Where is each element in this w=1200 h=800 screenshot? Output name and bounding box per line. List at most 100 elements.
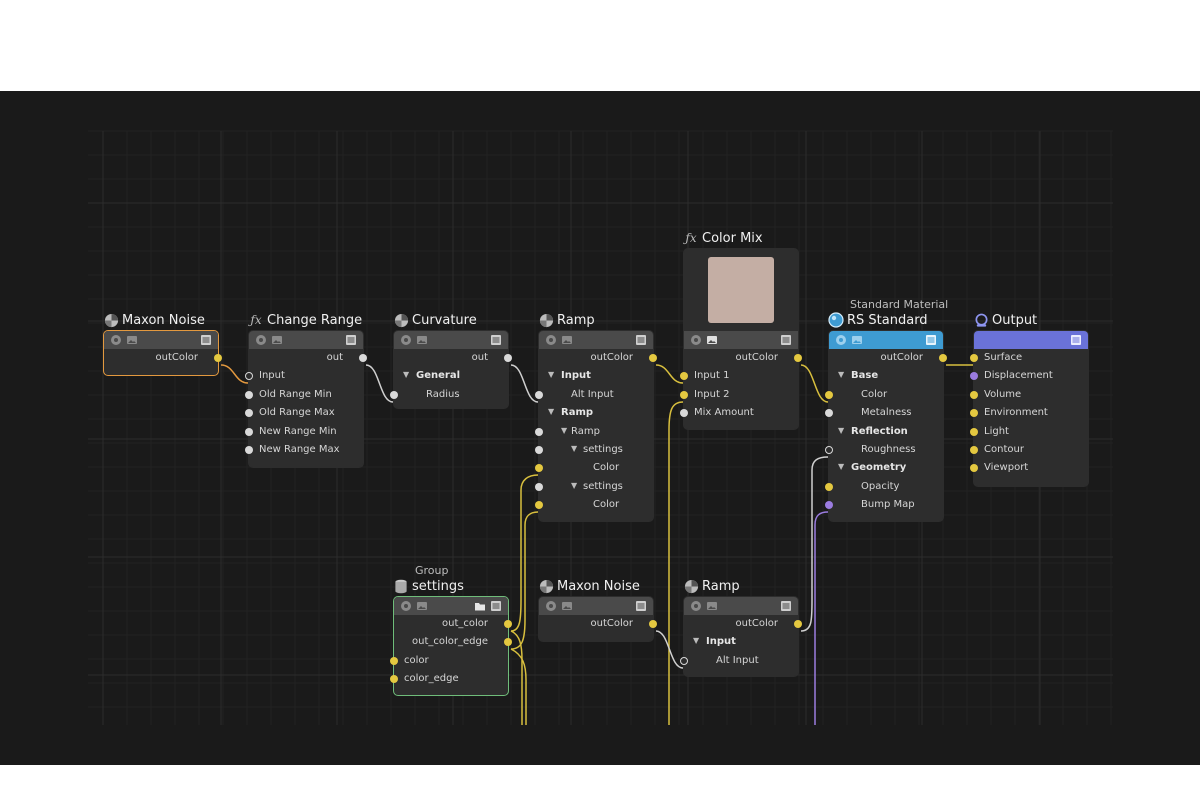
chevron-down-icon[interactable]: ▼ bbox=[693, 636, 699, 645]
output-port[interactable] bbox=[504, 354, 512, 362]
input-port[interactable] bbox=[970, 390, 978, 399]
input-port[interactable] bbox=[970, 409, 978, 418]
node-header[interactable] bbox=[394, 597, 508, 615]
menu-icon[interactable] bbox=[780, 600, 792, 612]
input-port[interactable] bbox=[535, 390, 543, 399]
node-header[interactable] bbox=[684, 597, 798, 615]
input-port[interactable] bbox=[970, 445, 978, 454]
group-row[interactable]: ▼ General bbox=[394, 367, 508, 385]
group-row[interactable]: ▼ Input bbox=[539, 367, 653, 385]
input-port[interactable] bbox=[535, 482, 543, 491]
group-row[interactable]: ▼ Input bbox=[684, 633, 798, 651]
settings-icon[interactable] bbox=[400, 334, 412, 346]
menu-icon[interactable] bbox=[925, 334, 937, 346]
input-port[interactable] bbox=[825, 501, 833, 510]
node-header[interactable] bbox=[249, 331, 363, 349]
input-port[interactable] bbox=[535, 427, 543, 436]
input-port[interactable] bbox=[680, 409, 688, 418]
node-rs-standard[interactable]: Standard Material RS Standard outColor ▼… bbox=[825, 298, 948, 522]
input-port[interactable] bbox=[970, 464, 978, 473]
node-curvature[interactable]: Curvature out ▼ General Radius bbox=[390, 313, 512, 410]
node-maxon-noise[interactable]: Maxon Noise outColor bbox=[103, 313, 222, 377]
menu-icon[interactable] bbox=[490, 600, 502, 612]
image-icon[interactable] bbox=[706, 334, 718, 346]
input-port[interactable] bbox=[680, 656, 688, 665]
chevron-down-icon[interactable]: ▼ bbox=[838, 370, 844, 379]
chevron-down-icon[interactable]: ▼ bbox=[548, 370, 554, 379]
input-port[interactable] bbox=[825, 390, 833, 399]
node-output[interactable]: Output Surface Displacement Volume Envir… bbox=[970, 313, 1089, 487]
image-icon[interactable] bbox=[271, 334, 283, 346]
input-port[interactable] bbox=[245, 409, 253, 418]
input-port[interactable] bbox=[535, 445, 543, 454]
settings-icon[interactable] bbox=[110, 334, 122, 346]
menu-icon[interactable] bbox=[635, 334, 647, 346]
chevron-down-icon[interactable]: ▼ bbox=[838, 462, 844, 471]
settings-icon[interactable] bbox=[545, 334, 557, 346]
output-port[interactable] bbox=[939, 354, 947, 362]
chevron-down-icon[interactable]: ▼ bbox=[403, 370, 409, 379]
node-header[interactable] bbox=[104, 331, 218, 349]
image-icon[interactable] bbox=[561, 334, 573, 346]
node-header[interactable] bbox=[684, 331, 798, 349]
image-icon[interactable] bbox=[561, 600, 573, 612]
menu-icon[interactable] bbox=[490, 334, 502, 346]
node-header[interactable] bbox=[829, 331, 943, 349]
settings-icon[interactable] bbox=[835, 334, 847, 346]
node-color-mix[interactable]: ƒx Color Mix outColor Input 1 Input 2 Mi… bbox=[680, 231, 802, 430]
settings-icon[interactable] bbox=[400, 600, 412, 612]
input-port[interactable] bbox=[680, 390, 688, 399]
settings-icon[interactable] bbox=[690, 334, 702, 346]
menu-icon[interactable] bbox=[200, 334, 212, 346]
node-header[interactable] bbox=[394, 331, 508, 349]
image-icon[interactable] bbox=[851, 334, 863, 346]
node-group-settings[interactable]: Group settings out_color out_color_edge … bbox=[390, 564, 512, 696]
node-ramp-2[interactable]: Ramp outColor ▼ Input Alt Input bbox=[680, 579, 802, 678]
image-icon[interactable] bbox=[706, 600, 718, 612]
input-port[interactable] bbox=[245, 390, 253, 399]
input-port[interactable] bbox=[825, 409, 833, 418]
folder-icon[interactable] bbox=[474, 600, 486, 612]
node-maxon-noise-2[interactable]: Maxon Noise outColor bbox=[538, 579, 657, 643]
chevron-down-icon[interactable]: ▼ bbox=[561, 426, 567, 435]
node-change-range[interactable]: ƒx Change Range out Input Old Range Min … bbox=[245, 313, 367, 469]
menu-icon[interactable] bbox=[345, 334, 357, 346]
output-port[interactable] bbox=[649, 620, 657, 628]
input-port[interactable] bbox=[245, 372, 253, 381]
chevron-down-icon[interactable]: ▼ bbox=[571, 444, 577, 453]
input-port[interactable] bbox=[390, 390, 398, 399]
group-row[interactable]: ▼ Ramp bbox=[539, 404, 653, 422]
output-port[interactable] bbox=[504, 620, 512, 628]
chevron-down-icon[interactable]: ▼ bbox=[571, 481, 577, 490]
settings-icon[interactable] bbox=[545, 600, 557, 612]
input-port[interactable] bbox=[970, 372, 978, 381]
input-port[interactable] bbox=[390, 675, 398, 684]
chevron-down-icon[interactable]: ▼ bbox=[838, 426, 844, 435]
menu-icon[interactable] bbox=[635, 600, 647, 612]
input-port[interactable] bbox=[680, 372, 688, 381]
image-icon[interactable] bbox=[416, 334, 428, 346]
group-row[interactable]: ▼ Reflection bbox=[829, 423, 943, 441]
input-port[interactable] bbox=[825, 482, 833, 491]
menu-icon[interactable] bbox=[1070, 334, 1082, 346]
menu-icon[interactable] bbox=[780, 334, 792, 346]
input-port[interactable] bbox=[825, 445, 833, 454]
node-editor-canvas[interactable]: Maxon Noise outColor ƒx Change Range out bbox=[0, 91, 1200, 765]
image-icon[interactable] bbox=[126, 334, 138, 346]
node-header[interactable] bbox=[539, 331, 653, 349]
output-port[interactable] bbox=[649, 354, 657, 362]
output-port[interactable] bbox=[214, 354, 222, 362]
output-port[interactable] bbox=[794, 620, 802, 628]
image-icon[interactable] bbox=[416, 600, 428, 612]
output-port[interactable] bbox=[794, 354, 802, 362]
node-header[interactable] bbox=[974, 331, 1088, 349]
input-port[interactable] bbox=[245, 445, 253, 454]
output-port[interactable] bbox=[359, 354, 367, 362]
group-row[interactable]: ▼ Base bbox=[829, 367, 943, 385]
group-row[interactable]: ▼ Geometry bbox=[829, 459, 943, 477]
input-port[interactable] bbox=[970, 354, 978, 362]
input-port[interactable] bbox=[535, 464, 543, 473]
chevron-down-icon[interactable]: ▼ bbox=[548, 407, 554, 416]
settings-icon[interactable] bbox=[690, 600, 702, 612]
input-port[interactable] bbox=[390, 656, 398, 665]
